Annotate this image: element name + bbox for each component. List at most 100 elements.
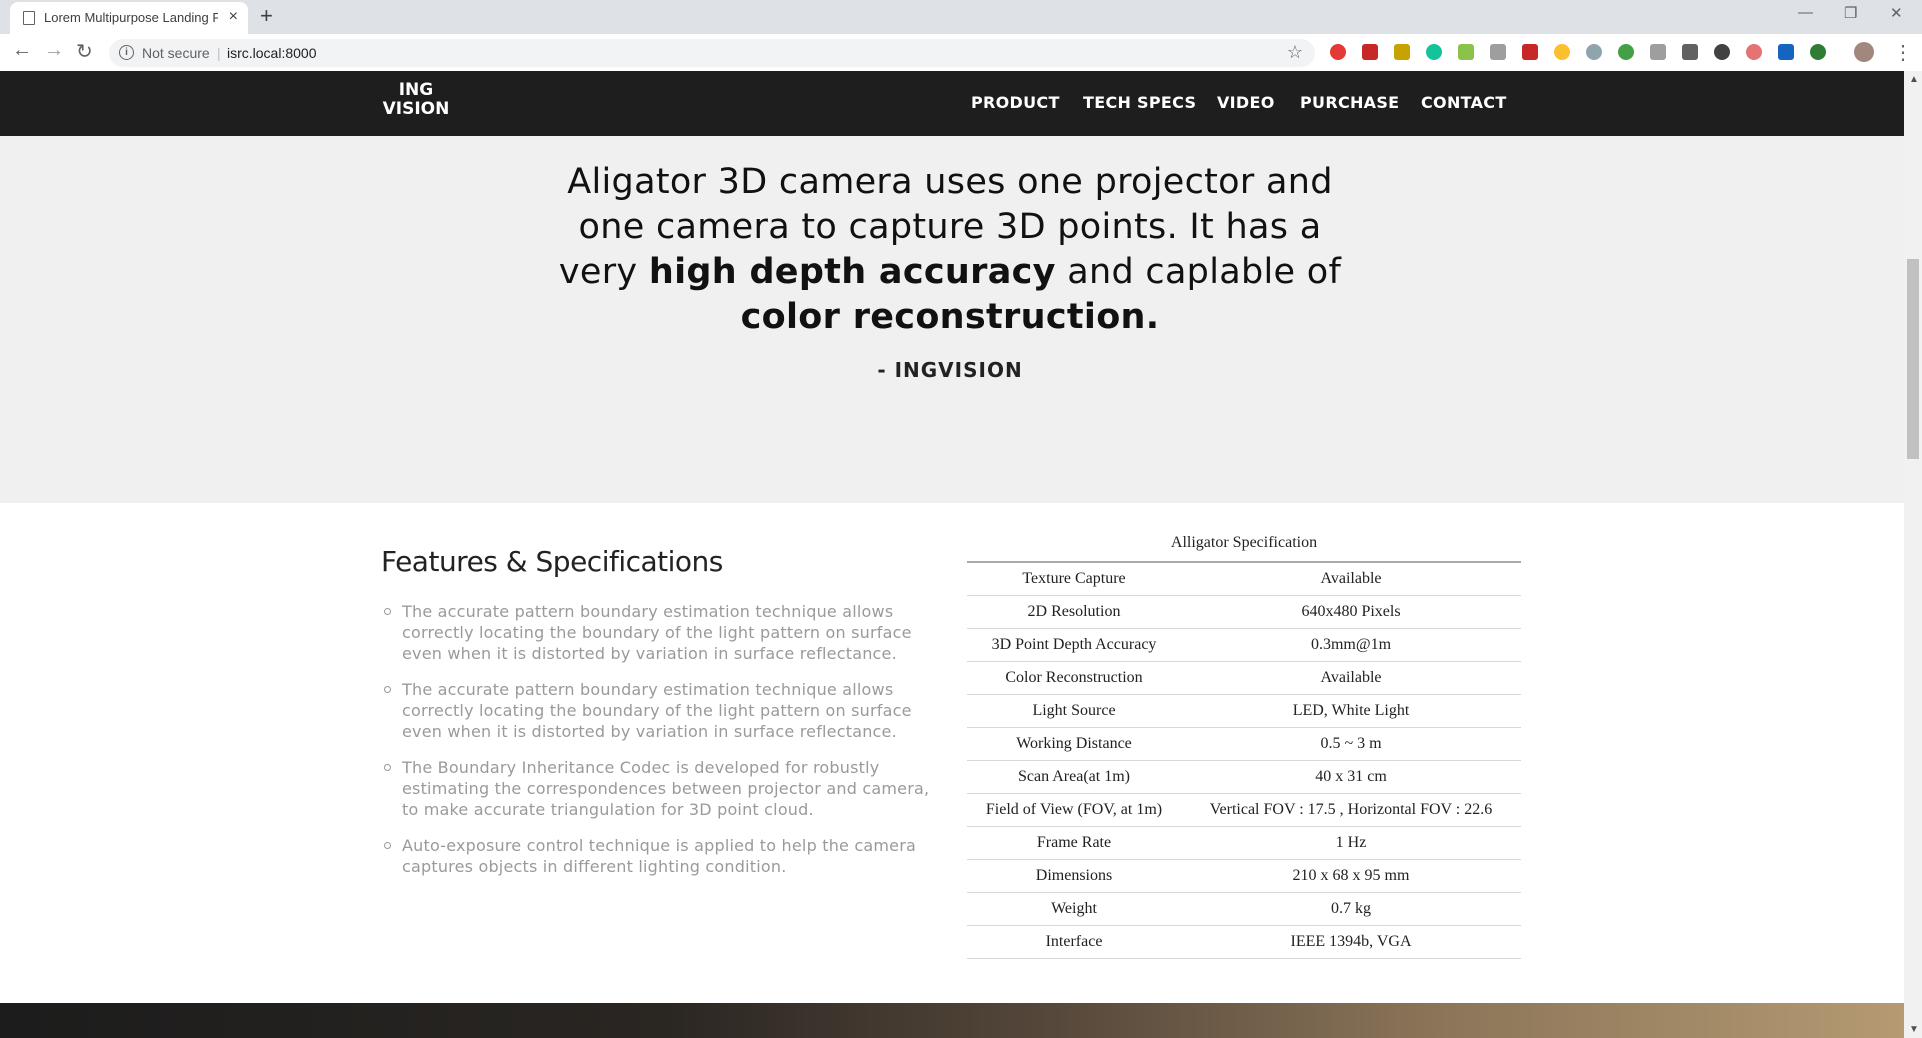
minimize-icon[interactable]: — <box>1798 4 1813 21</box>
nav-video[interactable]: VIDEO <box>1217 93 1275 112</box>
spec-key: 3D Point Depth Accuracy <box>967 628 1181 662</box>
forward-icon[interactable]: → <box>44 39 64 62</box>
table-row: Field of View (FOV, at 1m) Vertical FOV :… <box>967 793 1521 827</box>
table-row: 3D Point Depth Accuracy 0.3mm@1m <box>967 628 1521 662</box>
spec-value: 1 Hz <box>1181 826 1521 860</box>
page-icon <box>23 11 35 25</box>
window-close-icon[interactable]: ✕ <box>1890 4 1903 22</box>
scrollbar-thumb[interactable] <box>1907 259 1919 459</box>
browser-toolbar: ← → ↻ i Not secure | isrc.local:8000 ☆ ⋮ <box>0 34 1922 72</box>
spec-value: Available <box>1181 561 1521 596</box>
nav-product[interactable]: PRODUCT <box>971 93 1060 112</box>
spec-key: Working Distance <box>967 727 1181 761</box>
spec-value: Vertical FOV : 17.5 , Horizontal FOV : 2… <box>1181 793 1521 827</box>
spec-table-caption: Alligator Specification <box>1170 534 1318 551</box>
table-row: Scan Area(at 1m) 40 x 31 cm <box>967 760 1521 794</box>
extension-opera-icon[interactable] <box>1330 44 1346 60</box>
feature-item: The accurate pattern boundary estimation… <box>383 679 943 742</box>
extension-pdf-icon[interactable] <box>1362 44 1378 60</box>
restore-icon[interactable]: ❐ <box>1844 4 1857 22</box>
browser-tab[interactable]: Lorem Multipurpose Landing Page × <box>10 2 248 34</box>
spec-key: Interface <box>967 925 1181 959</box>
spec-table: Texture Capture Available 2D Resolution 64… <box>967 561 1521 959</box>
spec-value: 0.5 ~ 3 m <box>1181 727 1521 761</box>
site-navbar: ING VISION PRODUCT TECH SPECS VIDEO PURC… <box>0 71 1904 136</box>
spec-key: Dimensions <box>967 859 1181 893</box>
bullet-icon <box>384 608 391 615</box>
spec-key: Field of View (FOV, at 1m) <box>967 793 1181 827</box>
nav-contact[interactable]: CONTACT <box>1421 93 1507 112</box>
extension-glasses-icon[interactable] <box>1714 44 1730 60</box>
page-scrollbar[interactable]: ▲ ▼ <box>1904 71 1922 1038</box>
security-label: Not secure <box>142 45 210 61</box>
info-icon[interactable]: i <box>119 45 134 60</box>
table-row: Light Source LED, White Light <box>967 694 1521 728</box>
spec-key: Frame Rate <box>967 826 1181 860</box>
spec-value: 0.7 kg <box>1181 892 1521 926</box>
table-row: Weight 0.7 kg <box>967 892 1521 926</box>
extension-grammarly-icon[interactable] <box>1426 44 1442 60</box>
spec-value: LED, White Light <box>1181 694 1521 728</box>
quote-text-2: and caplable of <box>1055 252 1342 292</box>
profile-avatar[interactable] <box>1854 42 1874 62</box>
extension-i-icon[interactable] <box>1682 44 1698 60</box>
tab-title: Lorem Multipurpose Landing Page <box>44 10 218 25</box>
bookmark-star-icon[interactable]: ☆ <box>1287 42 1303 63</box>
feature-text: The accurate pattern boundary estimation… <box>402 602 912 663</box>
product-photo-section <box>0 1003 1904 1038</box>
logo-line1: ING <box>398 80 434 100</box>
feature-text: The Boundary Inheritance Codec is develo… <box>402 758 930 819</box>
table-row: Interface IEEE 1394b, VGA <box>967 925 1521 959</box>
extension-k-icon[interactable] <box>1650 44 1666 60</box>
feature-text: Auto-exposure control technique is appli… <box>402 836 916 876</box>
table-row: Dimensions 210 x 68 x 95 mm <box>967 859 1521 893</box>
feature-item: The accurate pattern boundary estimation… <box>383 601 943 664</box>
new-tab-icon[interactable]: + <box>260 3 273 29</box>
spec-value: 210 x 68 x 95 mm <box>1181 859 1521 893</box>
extension-arc-icon[interactable] <box>1746 44 1762 60</box>
quote-bold-2: color reconstruction. <box>740 297 1160 337</box>
extension-grid-icon[interactable] <box>1778 44 1794 60</box>
extension-eye-icon[interactable] <box>1586 44 1602 60</box>
table-row: Working Distance 0.5 ~ 3 m <box>967 727 1521 761</box>
address-bar[interactable]: i Not secure | isrc.local:8000 ☆ <box>109 39 1315 67</box>
browser-menu-icon[interactable]: ⋮ <box>1893 40 1913 65</box>
browser-tab-strip: Lorem Multipurpose Landing Page × + — ❐ … <box>0 0 1922 34</box>
features-list: The accurate pattern boundary estimation… <box>383 601 943 892</box>
url-separator: | <box>217 45 221 61</box>
spec-key: Texture Capture <box>967 561 1181 596</box>
spec-value: Available <box>1181 661 1521 695</box>
extension-color-icon[interactable] <box>1618 44 1634 60</box>
extension-leaf-icon[interactable] <box>1810 44 1826 60</box>
spec-value: 640x480 Pixels <box>1181 595 1521 629</box>
bullet-icon <box>384 686 391 693</box>
back-icon[interactable]: ← <box>12 39 32 62</box>
feature-text: The accurate pattern boundary estimation… <box>402 680 912 741</box>
extension-bulb-icon[interactable] <box>1554 44 1570 60</box>
spec-key: 2D Resolution <box>967 595 1181 629</box>
hero-quote: Aligator 3D camera uses one projector an… <box>540 160 1360 340</box>
tab-close-icon[interactable]: × <box>229 8 238 26</box>
nav-tech-specs[interactable]: TECH SPECS <box>1083 93 1196 112</box>
features-title: Features & Specifications <box>381 545 723 578</box>
table-row: Frame Rate 1 Hz <box>967 826 1521 860</box>
scroll-down-icon[interactable]: ▼ <box>1909 1024 1919 1035</box>
extension-chart-icon[interactable] <box>1522 44 1538 60</box>
url-text[interactable]: isrc.local:8000 <box>227 45 317 61</box>
extension-ghost-icon[interactable] <box>1394 44 1410 60</box>
spec-key: Weight <box>967 892 1181 926</box>
bullet-icon <box>384 842 391 849</box>
spec-key: Light Source <box>967 694 1181 728</box>
scroll-up-icon[interactable]: ▲ <box>1909 74 1919 85</box>
spec-value: 0.3mm@1m <box>1181 628 1521 662</box>
reload-icon[interactable]: ↻ <box>76 39 93 64</box>
spec-key: Scan Area(at 1m) <box>967 760 1181 794</box>
feature-item: The Boundary Inheritance Codec is develo… <box>383 757 943 820</box>
logo-line2: VISION <box>382 99 450 119</box>
site-logo[interactable]: ING VISION <box>382 81 450 119</box>
quote-bold-1: high depth accuracy <box>648 252 1056 292</box>
extension-mail-icon[interactable] <box>1458 44 1474 60</box>
spec-value: 40 x 31 cm <box>1181 760 1521 794</box>
extension-notes-icon[interactable] <box>1490 44 1506 60</box>
nav-purchase[interactable]: PURCHASE <box>1300 93 1399 112</box>
